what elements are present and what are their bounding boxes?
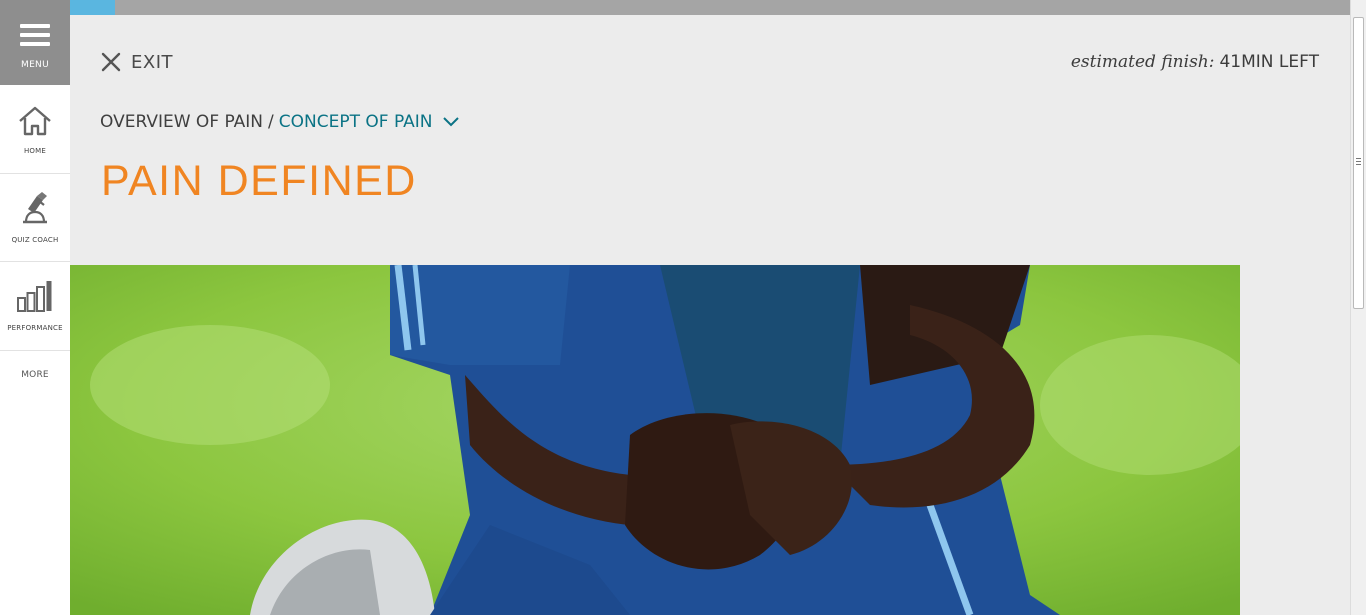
breadcrumb-separator: / bbox=[268, 112, 274, 132]
course-progress-bar bbox=[70, 0, 1350, 15]
sidebar-item-performance[interactable]: PERFORMANCE bbox=[0, 262, 70, 351]
progress-fill bbox=[70, 0, 115, 15]
sidebar: MENU HOME QUIZ COACH PERFORMANCE MORE bbox=[0, 0, 70, 615]
menu-label: MENU bbox=[21, 60, 49, 70]
menu-button[interactable]: MENU bbox=[0, 0, 70, 85]
sidebar-item-label: QUIZ COACH bbox=[11, 236, 59, 244]
hero-image bbox=[70, 265, 1240, 615]
home-icon bbox=[19, 106, 51, 136]
page-title: PAIN DEFINED bbox=[101, 157, 417, 205]
sidebar-item-home[interactable]: HOME bbox=[0, 85, 70, 174]
chevron-down-icon[interactable] bbox=[442, 116, 460, 128]
sidebar-item-quiz-coach[interactable]: QUIZ COACH bbox=[0, 174, 70, 262]
estimated-finish-value: 41MIN LEFT bbox=[1219, 52, 1319, 72]
sidebar-item-more[interactable]: MORE bbox=[0, 351, 70, 401]
sidebar-item-label: PERFORMANCE bbox=[7, 324, 63, 332]
breadcrumb-current[interactable]: CONCEPT OF PAIN bbox=[279, 112, 433, 132]
page-scrollbar[interactable] bbox=[1350, 0, 1366, 615]
close-icon bbox=[101, 52, 121, 72]
hamburger-icon bbox=[20, 24, 50, 51]
grip-icon bbox=[1356, 158, 1361, 167]
performance-chart-icon bbox=[17, 281, 52, 312]
more-label: MORE bbox=[21, 370, 49, 380]
quiz-coach-icon bbox=[23, 192, 47, 224]
exit-button[interactable]: EXIT bbox=[101, 50, 173, 74]
sidebar-item-label: HOME bbox=[23, 147, 47, 155]
estimated-finish: estimated finish: 41MIN LEFT bbox=[1071, 52, 1319, 72]
athlete-knee-pain-photo bbox=[70, 265, 1240, 615]
exit-label: EXIT bbox=[131, 51, 174, 73]
breadcrumb-parent[interactable]: OVERVIEW OF PAIN bbox=[100, 112, 263, 132]
estimated-finish-prefix: estimated finish: bbox=[1070, 52, 1215, 72]
scrollbar-thumb[interactable] bbox=[1353, 17, 1364, 309]
breadcrumb: OVERVIEW OF PAIN / CONCEPT OF PAIN bbox=[100, 112, 460, 132]
